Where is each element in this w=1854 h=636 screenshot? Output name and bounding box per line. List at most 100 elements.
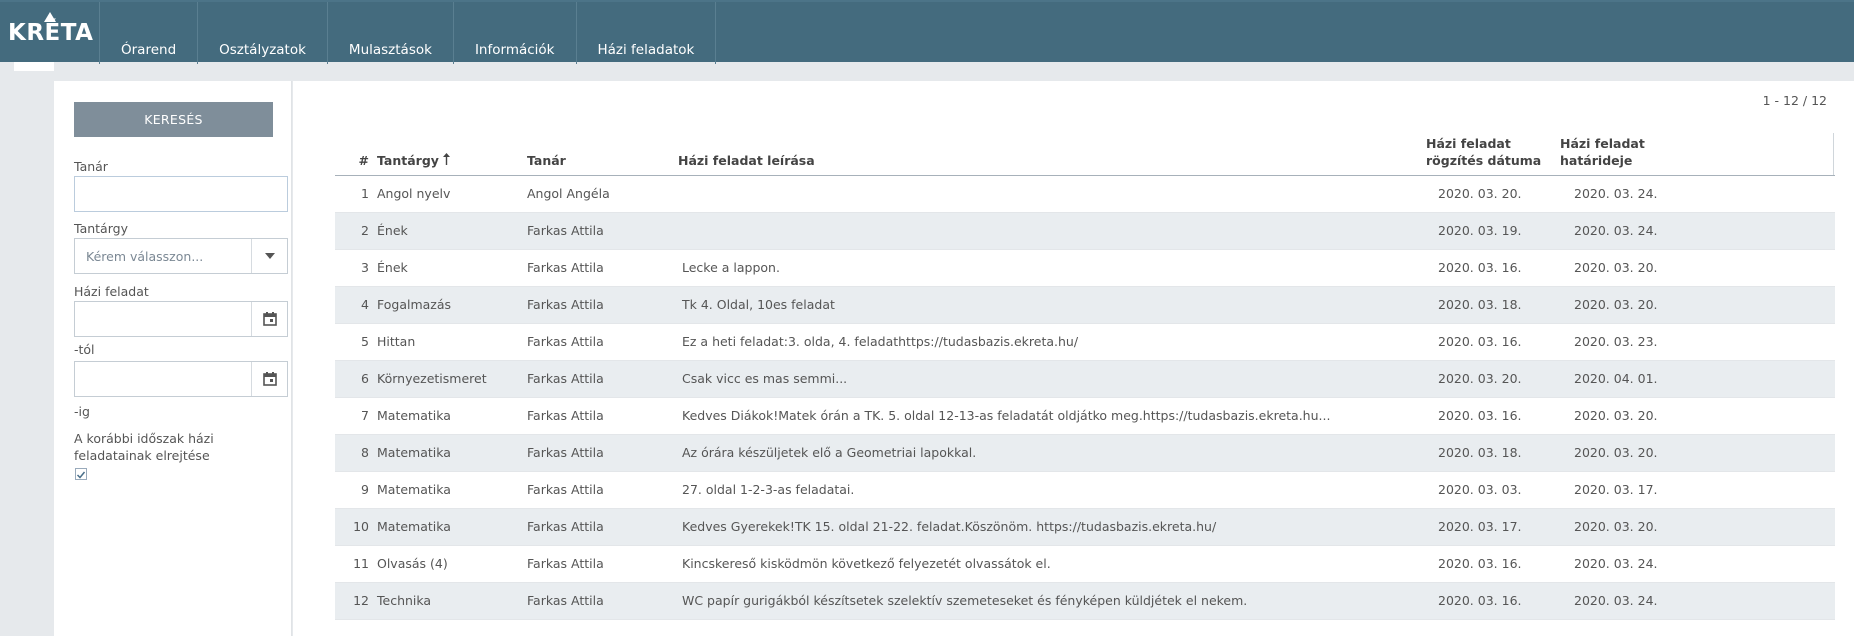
table-row[interactable]: 2 Ének Farkas Attila 2020. 03. 19. 2020. 03.…	[335, 212, 1835, 250]
cell-due-date: 2020. 03. 20.	[1560, 249, 1835, 287]
cell-recorded-date: 2020. 03. 16.	[1426, 323, 1560, 361]
cell-description: Csak vicc es mas semmi...	[678, 360, 1426, 398]
subject-header-label: Tantárgy	[377, 152, 439, 168]
chevron-down-icon[interactable]	[252, 239, 287, 273]
nav-item-hazi-feladatok[interactable]: Házi feladatok	[577, 2, 717, 64]
cell-description	[678, 175, 1426, 213]
cell-teacher: Farkas Attila	[527, 323, 678, 361]
date-from-input[interactable]	[74, 301, 288, 337]
cell-teacher: Farkas Attila	[527, 545, 678, 583]
table-row[interactable]: 11 Olvasás (4) Farkas Attila Kincskereső ki…	[335, 545, 1835, 583]
table-row[interactable]: 1 Angol nyelv Angol Angéla 2020. 03. 20. 202…	[335, 175, 1835, 213]
column-header-subject[interactable]: Tantárgy	[377, 131, 527, 176]
nav-label: Információk	[474, 42, 555, 58]
cell-recorded-date: 2020. 03. 03.	[1426, 471, 1560, 509]
header-line: Házi feladat	[1426, 135, 1511, 151]
cell-teacher: Farkas Attila	[527, 360, 678, 398]
table-row[interactable]: 7 Matematika Farkas Attila Kedves Diákok!Ma…	[335, 397, 1835, 435]
cell-recorded-date: 2020. 03. 20.	[1426, 360, 1560, 398]
cell-description: Az órára készüljetek elő a Geometriai la…	[678, 434, 1426, 472]
nav-item-mulasztasok[interactable]: Mulasztások	[328, 2, 454, 64]
kreta-logo[interactable]: KRÉTA	[8, 12, 93, 56]
search-button[interactable]: KERESÉS	[74, 102, 273, 137]
nav-item-orarend[interactable]: Órarend	[100, 2, 199, 64]
table-row[interactable]: 3 Ének Farkas Attila Lecke a lappon. 2020. 0…	[335, 249, 1835, 287]
homework-table: # Tantárgy Tanár Házi feladat leírása Há…	[335, 131, 1835, 620]
calendar-icon[interactable]	[252, 362, 287, 396]
teacher-input[interactable]	[74, 176, 288, 212]
date-from-label: -tól	[74, 342, 95, 357]
cell-teacher: Farkas Attila	[527, 508, 678, 546]
top-navigation-bar: KRÉTA Órarend Osztályzatok Mulasztások I…	[0, 0, 1854, 64]
nav-label: Házi feladatok	[597, 42, 695, 58]
cell-teacher: Farkas Attila	[527, 471, 678, 509]
cell-due-date: 2020. 03. 20.	[1560, 434, 1835, 472]
cell-num: 9	[335, 471, 377, 509]
nav-label: Osztályzatok	[219, 42, 306, 58]
column-header-num[interactable]: #	[335, 131, 377, 176]
cell-num: 6	[335, 360, 377, 398]
cell-due-date: 2020. 03. 24.	[1560, 212, 1835, 250]
column-header-teacher[interactable]: Tanár	[527, 131, 678, 176]
header-line: Házi feladat	[1560, 135, 1645, 151]
table-row[interactable]: 10 Matematika Farkas Attila Kedves Gyerekek…	[335, 508, 1835, 546]
nav-item-osztalyzatok[interactable]: Osztályzatok	[198, 2, 328, 64]
table-row[interactable]: 4 Fogalmazás Farkas Attila Tk 4. Oldal, 10e…	[335, 286, 1835, 324]
table-row[interactable]: 8 Matematika Farkas Attila Az órára készülj…	[335, 434, 1835, 472]
side-strip	[14, 62, 54, 71]
table-row[interactable]: 6 Környezetismeret Farkas Attila Csak vicc …	[335, 360, 1835, 398]
cell-teacher: Farkas Attila	[527, 249, 678, 287]
cell-subject: Fogalmazás	[377, 286, 527, 324]
cell-due-date: 2020. 03. 23.	[1560, 323, 1835, 361]
cell-due-date: 2020. 03. 24.	[1560, 175, 1835, 213]
hide-previous-label: A korábbi időszak házi feladatainak elre…	[74, 431, 214, 463]
teacher-label: Tanár	[74, 159, 108, 174]
cell-subject: Hittan	[377, 323, 527, 361]
cell-due-date: 2020. 03. 20.	[1560, 397, 1835, 435]
table-row[interactable]: 9 Matematika Farkas Attila 27. oldal 1-2-3-…	[335, 471, 1835, 509]
cell-num: 2	[335, 212, 377, 250]
check-icon	[76, 471, 86, 479]
column-header-recorded[interactable]: Házi feladat rögzítés dátuma	[1426, 131, 1560, 176]
table-header-row: # Tantárgy Tanár Házi feladat leírása Há…	[335, 131, 1835, 176]
subject-label: Tantárgy	[74, 221, 128, 236]
nav-label: Órarend	[121, 42, 177, 58]
calendar-icon[interactable]	[252, 302, 287, 336]
cell-due-date: 2020. 03. 20.	[1560, 508, 1835, 546]
logo-text: KRÉTA	[8, 20, 94, 46]
sort-arrow-up-icon	[443, 152, 451, 168]
cell-num: 12	[335, 582, 377, 620]
search-sidebar: KERESÉS Tanár Tantárgy Kérem válasszon..…	[54, 81, 292, 636]
cell-num: 7	[335, 397, 377, 435]
cell-description: Lecke a lappon.	[678, 249, 1426, 287]
cell-num: 1	[335, 175, 377, 213]
cell-teacher: Farkas Attila	[527, 397, 678, 435]
cell-recorded-date: 2020. 03. 16.	[1426, 249, 1560, 287]
cell-teacher: Angol Angéla	[527, 175, 678, 213]
date-to-input[interactable]	[74, 361, 288, 397]
table-row[interactable]: 12 Technika Farkas Attila WC papír gurigákb…	[335, 582, 1835, 620]
cell-recorded-date: 2020. 03. 20.	[1426, 175, 1560, 213]
cell-description: Kincskereső kisködmön következő felyezet…	[678, 545, 1426, 583]
logo-accent-icon	[44, 12, 56, 22]
date-to-label: -ig	[74, 404, 90, 419]
cell-description: Kedves Gyerekek!TK 15. oldal 21-22. fela…	[678, 508, 1426, 546]
table-row[interactable]: 5 Hittan Farkas Attila Ez a heti feladat:3…	[335, 323, 1835, 361]
main-menu: Órarend Osztályzatok Mulasztások Informá…	[99, 2, 717, 64]
cell-subject: Környezetismeret	[377, 360, 527, 398]
cell-num: 5	[335, 323, 377, 361]
subject-placeholder: Kérem válasszon...	[86, 249, 204, 264]
column-header-description[interactable]: Házi feladat leírása	[678, 131, 1426, 176]
homework-panel: 1 - 12 / 12 # Tantárgy Tanár Házi felada…	[293, 81, 1854, 636]
cell-num: 8	[335, 434, 377, 472]
cell-teacher: Farkas Attila	[527, 582, 678, 620]
nav-item-informaciok[interactable]: Információk	[454, 2, 577, 64]
column-header-due[interactable]: Házi feladat határideje	[1560, 131, 1835, 176]
cell-num: 10	[335, 508, 377, 546]
hide-previous-checkbox[interactable]	[75, 468, 87, 480]
cell-due-date: 2020. 04. 01.	[1560, 360, 1835, 398]
cell-recorded-date: 2020. 03. 16.	[1426, 582, 1560, 620]
subject-select[interactable]: Kérem válasszon...	[74, 238, 288, 274]
cell-subject: Matematika	[377, 471, 527, 509]
cell-description: WC papír gurigákból készítsetek szelektí…	[678, 582, 1426, 620]
